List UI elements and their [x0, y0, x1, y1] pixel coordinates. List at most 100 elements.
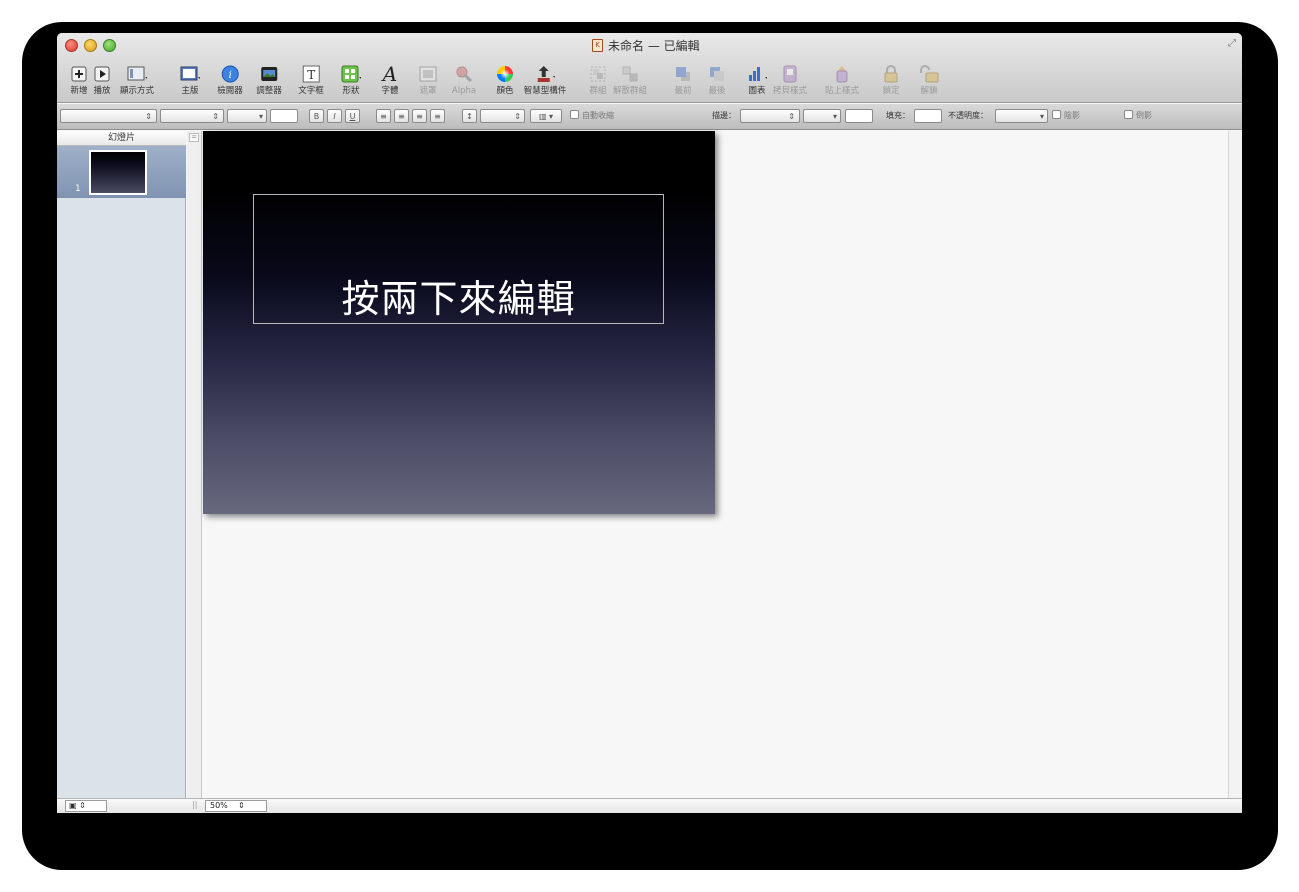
- navigator-view-select[interactable]: ▣ ⇕: [65, 800, 107, 812]
- toolbar-button-label: 群組: [589, 86, 607, 96]
- bring-front-icon: [673, 64, 693, 84]
- toolbar-button-label: Alpha: [451, 86, 477, 96]
- align-left-button[interactable]: ≡: [376, 109, 391, 123]
- stroke-label: 描邊：: [712, 111, 736, 120]
- toolbar-button-label: 新增: [70, 86, 88, 96]
- toolbar-button-10[interactable]: Alpha: [452, 64, 476, 100]
- underline-button[interactable]: U: [345, 109, 360, 123]
- navigator-splitter[interactable]: =: [187, 131, 202, 798]
- toolbar-button-16[interactable]: 最後: [707, 64, 727, 100]
- title-bar: K 未命名 — 已編輯 ⤢ 新增 播放 顯示方式 主版 i 檢閱器 調整器 T 文字框 形狀 A 字體…: [57, 33, 1242, 103]
- slide[interactable]: 按兩下來編輯: [203, 131, 715, 514]
- toolbar-button-label: 形狀: [342, 86, 360, 96]
- shapes-icon: [341, 64, 361, 84]
- plus-icon: [69, 64, 89, 84]
- toolbar-button-15[interactable]: 最前: [673, 64, 693, 100]
- toolbar-button-label: 最前: [674, 86, 692, 96]
- stroke-color-well[interactable]: [845, 109, 873, 123]
- toolbar-button-11[interactable]: 顏色: [495, 64, 515, 100]
- send-back-icon: [707, 64, 727, 84]
- reflection-checkbox[interactable]: 倒影: [1124, 110, 1152, 121]
- bottom-bar: ▣ ⇕ || 50% ⇕: [57, 798, 1242, 813]
- toolbar-button-label: 最後: [708, 86, 726, 96]
- toolbar-button-label: 播放: [93, 86, 111, 96]
- stroke-style-select[interactable]: ⇕: [740, 109, 800, 123]
- toolbar-button-5[interactable]: 調整器: [256, 64, 282, 100]
- svg-text:T: T: [307, 68, 315, 82]
- align-center-button[interactable]: ≡: [394, 109, 409, 123]
- text-color-well[interactable]: [270, 109, 298, 123]
- group-icon: [588, 64, 608, 84]
- opacity-select[interactable]: ▾: [995, 109, 1048, 123]
- close-button[interactable]: [65, 39, 78, 52]
- toolbar-button-label: 貼上樣式: [824, 86, 860, 96]
- slide-title-text[interactable]: 按兩下來編輯: [254, 279, 663, 319]
- document-icon: K: [592, 38, 603, 52]
- zoom-grip-icon: ||: [192, 800, 198, 809]
- line-spacing-select[interactable]: ⇕: [480, 109, 525, 123]
- align-right-button[interactable]: ≡: [412, 109, 427, 123]
- toolbar-button-label: 主版: [181, 86, 199, 96]
- toolbar-button-20[interactable]: 鎖定: [881, 64, 901, 100]
- toolbar-button-12[interactable]: 智慧型構件: [524, 64, 566, 100]
- toolbar-button-9[interactable]: 遮罩: [418, 64, 438, 100]
- window-title: 未命名 — 已編輯: [608, 38, 700, 53]
- fill-color-well[interactable]: [914, 109, 942, 123]
- toolbar-button-6[interactable]: T 文字框: [298, 64, 324, 100]
- unlock-icon: [919, 64, 939, 84]
- style-select[interactable]: ⇕: [60, 109, 157, 123]
- toolbar-button-label: 顯示方式: [119, 86, 155, 96]
- toolbar-button-19[interactable]: 貼上樣式: [825, 64, 859, 100]
- toolbar-button-7[interactable]: 形狀: [341, 64, 361, 100]
- toolbar-button-label: 調整器: [256, 86, 282, 96]
- alpha-icon: [454, 64, 474, 84]
- font-size-select[interactable]: ▾: [227, 109, 267, 123]
- format-bar: ⇕ ⇕ ▾ B I U ≡ ≡ ≡ ≡ ↕ ⇕ ▥ ▾ 自動收縮 描邊： ⇕ ▾…: [57, 104, 1242, 130]
- columns-select[interactable]: ▥ ▾: [530, 109, 562, 123]
- toolbar-button-3[interactable]: 主版: [180, 64, 200, 100]
- toolbar-button-label: 拷貝樣式: [772, 86, 808, 96]
- title-placeholder-box[interactable]: 按兩下來編輯: [253, 194, 664, 324]
- toolbar-button-1[interactable]: 播放: [92, 64, 112, 100]
- ungroup-icon: [620, 64, 640, 84]
- toolbar-button-label: 解鎖: [920, 86, 938, 96]
- toolbar-button-8[interactable]: A 字體: [380, 64, 400, 100]
- font-icon: A: [380, 64, 400, 84]
- vertical-scrollbar[interactable]: [1228, 131, 1242, 798]
- toolbar-button-18[interactable]: 拷貝樣式: [773, 64, 807, 100]
- svg-text:A: A: [381, 64, 397, 84]
- slide-number: 1: [75, 184, 81, 194]
- justify-button[interactable]: ≡: [430, 109, 445, 123]
- toolbar-button-4[interactable]: i 檢閱器: [217, 64, 243, 100]
- toolbar-button-label: 遮罩: [419, 86, 437, 96]
- toolbar-button-label: 解散群組: [612, 86, 648, 96]
- shadow-checkbox[interactable]: 陰影: [1052, 110, 1080, 121]
- opacity-label: 不透明度：: [948, 111, 988, 120]
- font-family-select[interactable]: ⇕: [160, 109, 224, 123]
- toolbar-button-17[interactable]: 圖表: [747, 64, 767, 100]
- toolbar-button-13[interactable]: 群組: [588, 64, 608, 100]
- minimize-button[interactable]: [84, 39, 97, 52]
- slide-thumbnail-row[interactable]: 1: [57, 146, 186, 198]
- toolbar-button-0[interactable]: 新增: [69, 64, 89, 100]
- copy-style-icon: [780, 64, 800, 84]
- autoshrink-checkbox[interactable]: 自動收縮: [570, 110, 614, 121]
- zoom-select[interactable]: 50% ⇕: [205, 800, 267, 812]
- toolbar-button-14[interactable]: 解散群組: [613, 64, 647, 100]
- window-title-group: K 未命名 — 已編輯: [592, 37, 700, 53]
- toolbar-button-21[interactable]: 解鎖: [919, 64, 939, 100]
- mask-icon: [418, 64, 438, 84]
- toolbar-button-label: 圖表: [748, 86, 766, 96]
- toolbar-button-2[interactable]: 顯示方式: [120, 64, 154, 100]
- zoom-button[interactable]: [103, 39, 116, 52]
- fullscreen-icon[interactable]: ⤢: [1228, 38, 1236, 49]
- slide-thumbnail[interactable]: [89, 150, 147, 195]
- info-icon: i: [220, 64, 240, 84]
- bold-button[interactable]: B: [309, 109, 324, 123]
- shadow-label: 陰影: [1064, 111, 1080, 120]
- line-spacing-icon[interactable]: ↕: [462, 109, 477, 123]
- italic-button[interactable]: I: [327, 109, 342, 123]
- toolbar-button-label: 顏色: [496, 86, 514, 96]
- splitter-grip-icon[interactable]: =: [189, 133, 199, 142]
- stroke-width-select[interactable]: ▾: [803, 109, 841, 123]
